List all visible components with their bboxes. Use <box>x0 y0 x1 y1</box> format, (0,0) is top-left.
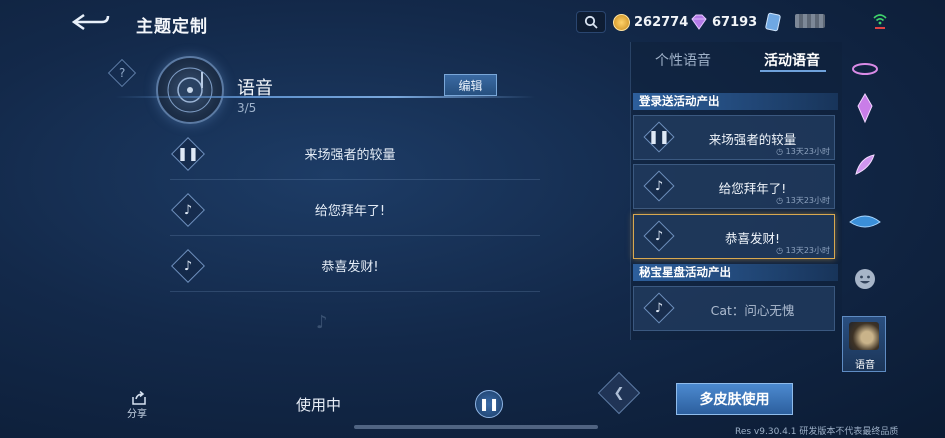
collapse-panel-button[interactable]: ❮ <box>597 371 641 415</box>
wifi-signal-icon <box>872 10 888 32</box>
voice-card[interactable]: ♪ Cat：问心无愧 <box>633 286 835 331</box>
in-use-status: 使用中 <box>296 396 342 414</box>
share-label: 分享 <box>127 409 147 420</box>
back-arrow-icon <box>71 13 110 31</box>
music-note-icon[interactable]: ♪ <box>171 249 205 283</box>
category-item[interactable] <box>846 90 884 128</box>
pause-icon[interactable]: ❚❚ <box>171 137 205 171</box>
category-item[interactable] <box>846 50 884 88</box>
ticket-counter[interactable] <box>764 11 782 33</box>
search-button[interactable] <box>576 11 606 33</box>
active-tab-indicator <box>760 70 826 72</box>
divider <box>115 96 535 98</box>
empty-slot-note-icon: ♪ <box>316 312 328 333</box>
ticket-icon <box>765 12 781 32</box>
search-icon <box>584 15 598 29</box>
multi-skin-use-button[interactable]: 多皮肤使用 <box>676 383 793 415</box>
diamond-icon <box>691 14 707 30</box>
group-header-treasure-event: 秘宝星盘活动产出 <box>633 264 838 281</box>
music-note-icon[interactable]: ♪ <box>643 220 675 252</box>
edit-button[interactable]: 编辑 <box>444 74 497 96</box>
help-icon: ? <box>118 66 126 80</box>
equipped-voice-row[interactable]: ♪ 恭喜发财! <box>170 240 540 292</box>
gold-coin-icon <box>613 13 630 31</box>
help-button[interactable]: ? <box>107 58 137 88</box>
tab-event-voice[interactable]: 活动语音 <box>764 50 820 70</box>
voice-card-selected[interactable]: ♪ 恭喜发财! ◷ 13天23小时 <box>633 214 835 259</box>
category-item[interactable] <box>846 260 884 298</box>
version-text: Res v9.30.4.1 研发版本不代表最终品质 <box>735 427 899 437</box>
crystal-effect-icon <box>857 93 873 124</box>
diamond-counter[interactable]: 67193 <box>690 11 757 33</box>
slot-count: 3/5 <box>237 101 257 115</box>
music-note-icon[interactable]: ♪ <box>643 292 675 324</box>
play-pause-button[interactable]: ❚❚ <box>475 390 503 418</box>
ring-effect-icon <box>852 63 878 75</box>
redacted-value <box>795 14 825 28</box>
voice-label: 给您拜年了! <box>314 204 386 219</box>
scrollbar[interactable] <box>354 425 598 429</box>
page-title: 主题定制 <box>136 17 208 37</box>
music-note-icon[interactable]: ♪ <box>643 170 675 202</box>
equipped-voice-row[interactable]: ♪ 给您拜年了! <box>170 184 540 236</box>
category-label-voice: 语音 <box>855 360 875 371</box>
gold-coin-counter[interactable]: 262774 <box>613 11 688 33</box>
share-icon <box>132 390 146 405</box>
pause-icon: ❚❚ <box>478 397 500 411</box>
voice-card[interactable]: ❚❚ 来场强者的较量 ◷ 13天23小时 <box>633 115 835 160</box>
time-remaining: ◷ 13天23小时 <box>776 246 830 255</box>
category-item[interactable] <box>846 146 884 184</box>
category-item[interactable] <box>846 202 884 240</box>
voice-label: 恭喜发财! <box>321 260 379 275</box>
voice-card-label: Cat：问心无愧 <box>710 303 795 318</box>
frame-effect-icon <box>849 215 881 228</box>
voice-category-thumbnail <box>849 322 879 350</box>
equipped-voice-row[interactable]: ❚❚ 来场强者的较量 <box>170 128 540 180</box>
group-header-login-event: 登录送活动产出 <box>633 93 838 110</box>
pause-icon[interactable]: ❚❚ <box>643 121 675 153</box>
music-note-icon[interactable]: ♪ <box>171 193 205 227</box>
time-remaining: ◷ 13天23小时 <box>776 147 830 156</box>
feather-effect-icon <box>855 154 875 175</box>
voice-label: 来场强者的较量 <box>304 148 396 163</box>
diamond-value: 67193 <box>712 14 758 30</box>
chevron-left-icon: ❮ <box>613 385 625 401</box>
back-button[interactable] <box>70 12 110 32</box>
time-remaining: ◷ 13天23小时 <box>776 196 830 205</box>
tab-personal-voice[interactable]: 个性语音 <box>655 50 711 70</box>
voice-disc-icon <box>156 56 224 124</box>
emoji-icon <box>855 269 875 289</box>
voice-card[interactable]: ♪ 给您拜年了! ◷ 13天23小时 <box>633 164 835 209</box>
gold-coin-value: 262774 <box>634 14 689 30</box>
